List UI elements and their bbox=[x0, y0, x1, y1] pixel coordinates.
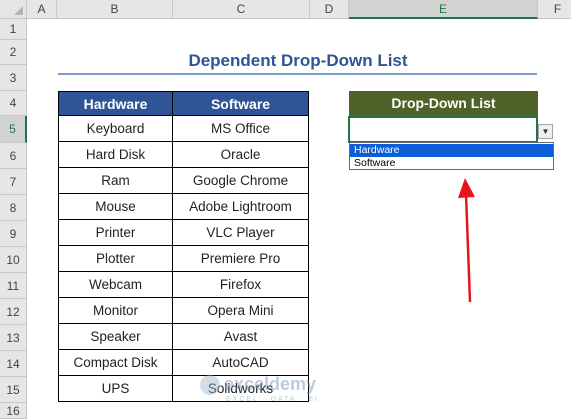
column-header-a[interactable]: A bbox=[27, 0, 57, 19]
software-cell[interactable]: Avast bbox=[172, 324, 309, 350]
column-header-f[interactable]: F bbox=[538, 0, 571, 19]
annotation-arrow-icon bbox=[458, 178, 475, 303]
watermark-tagline: EXCEL · DATA · BI bbox=[226, 396, 319, 403]
hardware-cell[interactable]: Hard Disk bbox=[58, 142, 173, 168]
software-cell[interactable]: Adobe Lightroom bbox=[172, 194, 309, 220]
row-header-6[interactable]: 6 bbox=[0, 143, 27, 169]
column-header-b[interactable]: B bbox=[57, 0, 173, 19]
dropdown-options-list: Hardware Software bbox=[349, 142, 554, 170]
row-header-12[interactable]: 12 bbox=[0, 299, 27, 325]
hardware-cell[interactable]: Webcam bbox=[58, 272, 173, 298]
title-underline bbox=[58, 73, 537, 75]
watermark-name: exceldemy bbox=[224, 374, 317, 394]
select-all-corner[interactable] bbox=[0, 0, 27, 19]
row-header-10[interactable]: 10 bbox=[0, 247, 27, 273]
hardware-cell[interactable]: Mouse bbox=[58, 194, 173, 220]
row-header-14[interactable]: 14 bbox=[0, 351, 27, 377]
row-header-1[interactable]: 1 bbox=[0, 19, 27, 40]
row-header-8[interactable]: 8 bbox=[0, 195, 27, 221]
dropdown-cell[interactable] bbox=[348, 116, 538, 143]
software-cell[interactable]: Opera Mini bbox=[172, 298, 309, 324]
hardware-cell[interactable]: Plotter bbox=[58, 246, 173, 272]
hardware-cell[interactable]: Printer bbox=[58, 220, 173, 246]
software-cell[interactable]: MS Office bbox=[172, 116, 309, 142]
chevron-down-icon[interactable]: ▼ bbox=[538, 124, 553, 139]
hardware-cell[interactable]: Keyboard bbox=[58, 116, 173, 142]
header-software: Software bbox=[172, 91, 309, 116]
dropdown-header: Drop-Down List bbox=[349, 91, 538, 116]
hardware-cell[interactable]: Compact Disk bbox=[58, 350, 173, 376]
column-header-e[interactable]: E bbox=[349, 0, 538, 19]
hardware-cell[interactable]: Speaker bbox=[58, 324, 173, 350]
software-cell[interactable]: Premiere Pro bbox=[172, 246, 309, 272]
row-header-9[interactable]: 9 bbox=[0, 221, 27, 247]
dropdown-option-software[interactable]: Software bbox=[350, 157, 553, 170]
row-header-11[interactable]: 11 bbox=[0, 273, 27, 299]
software-cell[interactable]: VLC Player bbox=[172, 220, 309, 246]
row-header-5[interactable]: 5 bbox=[0, 116, 27, 143]
row-header-2[interactable]: 2 bbox=[0, 40, 27, 65]
row-header-15[interactable]: 15 bbox=[0, 377, 27, 403]
hardware-cell[interactable]: Ram bbox=[58, 168, 173, 194]
page-title: Dependent Drop-Down List bbox=[188, 51, 408, 70]
software-cell[interactable]: Google Chrome bbox=[172, 168, 309, 194]
row-header-3[interactable]: 3 bbox=[0, 65, 27, 91]
watermark-logo: exceldemy EXCEL · DATA · BI bbox=[200, 372, 375, 412]
row-header-7[interactable]: 7 bbox=[0, 169, 27, 195]
row-header-13[interactable]: 13 bbox=[0, 325, 27, 351]
software-cell[interactable]: Oracle bbox=[172, 142, 309, 168]
row-header-4[interactable]: 4 bbox=[0, 91, 27, 116]
dropdown-option-hardware[interactable]: Hardware bbox=[350, 144, 553, 157]
software-cell[interactable]: Firefox bbox=[172, 272, 309, 298]
column-header-d[interactable]: D bbox=[310, 0, 349, 19]
hardware-cell[interactable]: UPS bbox=[58, 376, 173, 402]
exceldemy-logo-icon bbox=[200, 375, 220, 395]
column-header-c[interactable]: C bbox=[173, 0, 310, 19]
header-hardware: Hardware bbox=[58, 91, 173, 116]
row-header-16[interactable]: 16 bbox=[0, 403, 27, 419]
hardware-cell[interactable]: Monitor bbox=[58, 298, 173, 324]
